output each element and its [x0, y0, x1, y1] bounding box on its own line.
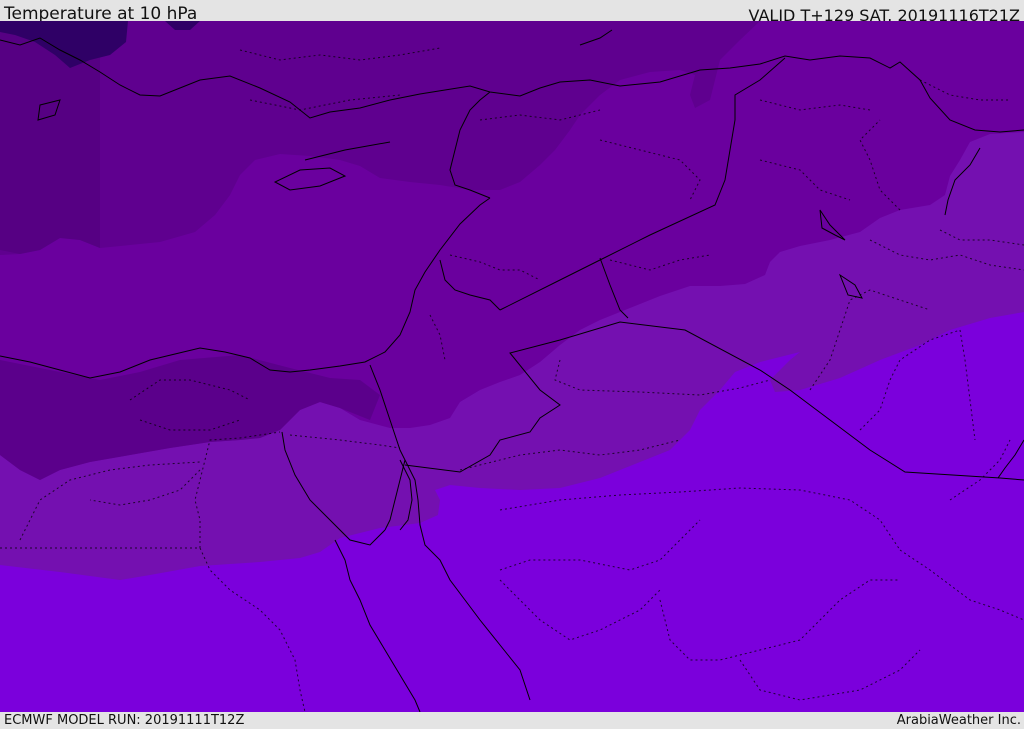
- footer-bar: ECMWF MODEL RUN: 20191111T12Z ArabiaWeat…: [0, 712, 1024, 729]
- temperature-map: [0, 21, 1024, 712]
- map-area[interactable]: [0, 21, 1024, 712]
- credit: ArabiaWeather Inc.: [896, 713, 1021, 728]
- model-run: ECMWF MODEL RUN: 20191111T12Z: [4, 713, 245, 728]
- header-bar: Temperature at 10 hPa VALID T+129 SAT. 2…: [0, 0, 1024, 25]
